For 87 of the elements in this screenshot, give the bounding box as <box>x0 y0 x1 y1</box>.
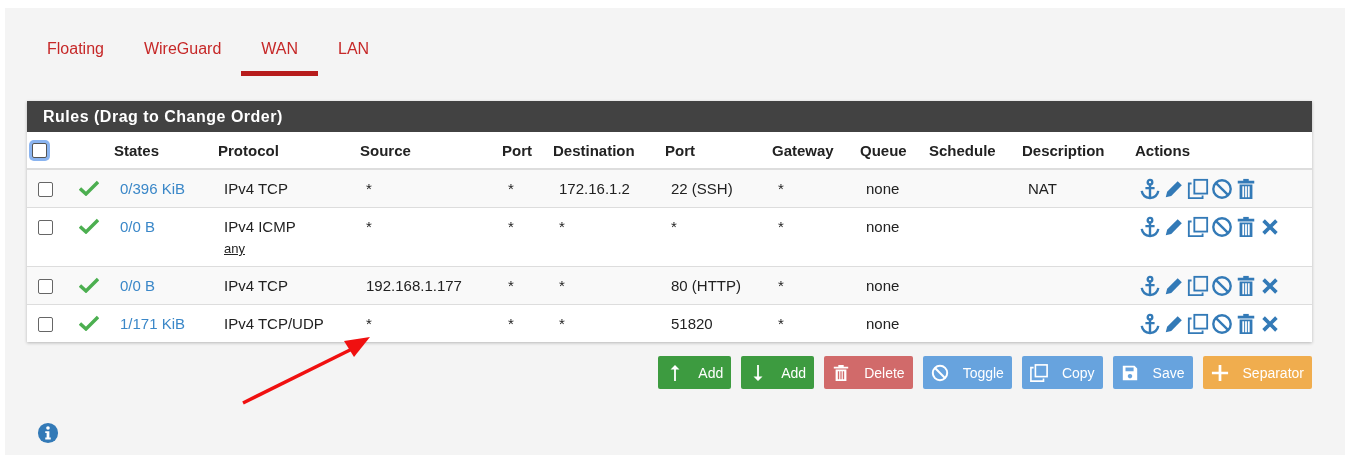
gateway-cell: * <box>778 180 784 197</box>
tab[interactable]: WAN <box>241 28 318 76</box>
column-header: Gateway <box>772 141 834 159</box>
source-cell: * <box>366 315 372 332</box>
port-cell: 51820 <box>671 315 713 332</box>
protocol-cell: IPv4 TCP <box>224 180 288 197</box>
gateway-cell: * <box>778 218 784 235</box>
queue-cell: none <box>866 218 900 235</box>
button-icon <box>832 363 851 382</box>
separator-button[interactable]: Separator <box>1202 356 1312 389</box>
copy-icon[interactable] <box>1187 216 1209 238</box>
states-link[interactable]: 0/0 B <box>120 218 156 235</box>
info-icon[interactable] <box>37 422 59 444</box>
disable-icon[interactable] <box>1211 313 1233 335</box>
column-header: Actions <box>1135 141 1190 159</box>
column-header: Schedule <box>929 141 996 159</box>
row-checkbox[interactable] <box>38 182 53 197</box>
trash-icon[interactable] <box>1235 313 1257 335</box>
edit-icon[interactable] <box>1163 313 1185 335</box>
port-cell: * <box>508 180 514 197</box>
column-header: Port <box>502 141 532 159</box>
queue-cell: none <box>866 315 900 332</box>
protocol-cell: IPv4 TCP/UDP <box>224 315 324 332</box>
destination-cell: * <box>559 218 565 235</box>
column-header: States <box>114 141 160 159</box>
toggle-button[interactable]: Toggle <box>922 356 1012 389</box>
protocol-cell: IPv4 TCP <box>224 277 288 294</box>
disable-icon[interactable] <box>1211 275 1233 297</box>
port-cell: * <box>671 218 677 235</box>
row-checkbox[interactable] <box>38 317 53 332</box>
select-all-checkbox[interactable] <box>32 142 47 158</box>
source-cell: * <box>366 180 372 197</box>
icmp-type-link[interactable]: any <box>224 241 245 256</box>
description-cell: NAT <box>1028 180 1057 197</box>
tab[interactable]: LAN <box>318 28 390 76</box>
protocol-cell: IPv4 ICMP <box>224 218 296 235</box>
destination-cell: * <box>559 277 565 294</box>
gateway-cell: * <box>778 315 784 332</box>
copy-icon[interactable] <box>1187 178 1209 200</box>
copy-button[interactable]: Copy <box>1021 356 1103 389</box>
anchor-icon[interactable] <box>1139 275 1161 297</box>
column-header: Port <box>665 141 695 159</box>
add-above-button[interactable]: Add <box>658 356 732 389</box>
port-cell: 80 (HTTP) <box>671 277 741 294</box>
button-icon <box>1210 363 1229 382</box>
disable-icon[interactable] <box>1211 216 1233 238</box>
trash-icon[interactable] <box>1235 216 1257 238</box>
port-cell: 22 (SSH) <box>671 180 733 197</box>
tab[interactable]: WireGuard <box>123 28 242 76</box>
states-link[interactable]: 1/171 KiB <box>120 315 186 332</box>
edit-icon[interactable] <box>1163 178 1185 200</box>
button-icon <box>1029 363 1048 382</box>
button-icon <box>1120 363 1139 382</box>
destination-cell: 172.16.1.2 <box>559 180 630 197</box>
anchor-icon[interactable] <box>1139 313 1161 335</box>
anchor-icon[interactable] <box>1139 178 1161 200</box>
anchor-icon[interactable] <box>1139 216 1161 238</box>
column-header: Destination <box>553 141 635 159</box>
disable-icon[interactable] <box>1211 178 1233 200</box>
edit-icon[interactable] <box>1163 275 1185 297</box>
delete-button[interactable]: Delete <box>824 356 913 389</box>
copy-icon[interactable] <box>1187 275 1209 297</box>
trash-icon[interactable] <box>1235 275 1257 297</box>
add-below-button[interactable]: Add <box>741 356 815 389</box>
gateway-cell: * <box>778 277 784 294</box>
edit-icon[interactable] <box>1163 216 1185 238</box>
port-cell: * <box>508 218 514 235</box>
panel-title: Rules (Drag to Change Order) <box>27 101 1312 132</box>
button-icon <box>930 363 949 382</box>
save-button[interactable]: Save <box>1112 356 1193 389</box>
column-header: Queue <box>860 141 907 159</box>
row-checkbox[interactable] <box>38 279 53 294</box>
destination-cell: * <box>559 315 565 332</box>
queue-cell: none <box>866 180 900 197</box>
copy-icon[interactable] <box>1187 313 1209 335</box>
tab[interactable]: Floating <box>27 28 124 76</box>
source-cell: * <box>366 218 372 235</box>
column-header: Source <box>360 141 411 159</box>
port-cell: * <box>508 315 514 332</box>
trash-icon[interactable] <box>1235 178 1257 200</box>
column-header: Protocol <box>218 141 279 159</box>
queue-cell: none <box>866 277 900 294</box>
row-checkbox[interactable] <box>38 220 53 235</box>
source-cell: 192.168.1.177 <box>366 277 462 294</box>
states-link[interactable]: 0/0 B <box>120 277 156 294</box>
port-cell: * <box>508 277 514 294</box>
column-header: Description <box>1022 141 1105 159</box>
